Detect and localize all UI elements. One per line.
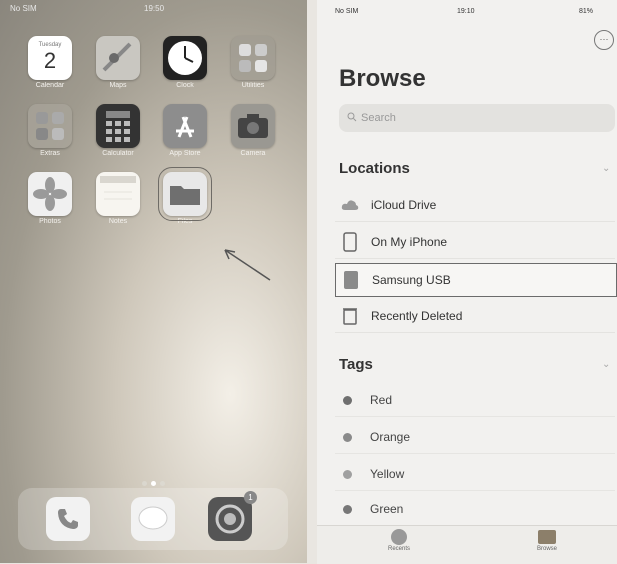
chevron-down-icon[interactable]: ⌄: [602, 163, 610, 174]
home-carrier: No SIM: [10, 4, 37, 13]
location-label: iCloud Drive: [371, 198, 437, 212]
tag-color-dot: [343, 432, 352, 442]
tag-orange[interactable]: Orange: [335, 421, 615, 454]
settings-badge: 1: [244, 491, 257, 504]
location-samsung-usb[interactable]: Samsung USB: [335, 263, 617, 297]
trash-icon: [339, 305, 361, 327]
calculator-icon: [96, 104, 140, 148]
camera-icon: [231, 104, 275, 148]
app-utilities-folder[interactable]: Utilities: [229, 36, 277, 89]
app-clock[interactable]: Clock: [161, 36, 209, 89]
search-field[interactable]: Search: [339, 104, 615, 132]
location-label: Recently Deleted: [371, 309, 463, 323]
app-calendar[interactable]: Tuesday 2 Calendar: [26, 36, 74, 89]
tag-red[interactable]: Red: [335, 384, 615, 417]
files-browse-screen: No SIM 19:10 81% ··· Browse Search Locat…: [317, 0, 617, 564]
location-label: On My iPhone: [371, 235, 448, 249]
tag-color-dot: [343, 504, 352, 514]
files-icon: [158, 167, 212, 221]
home-screen: No SIM 19:50 Tuesday 2 Calendar Maps Clo…: [0, 0, 307, 563]
files-carrier: No SIM: [335, 8, 359, 15]
app-store-icon: [163, 104, 207, 148]
app-app-store[interactable]: App Store: [161, 104, 209, 157]
clock-icon: [163, 36, 207, 80]
tag-color-dot: [343, 395, 352, 405]
tag-green[interactable]: Green: [335, 493, 615, 525]
app-files[interactable]: Files: [158, 167, 212, 225]
tag-color-dot: [343, 469, 352, 479]
calendar-icon: Tuesday 2: [28, 36, 72, 80]
icloud-icon: [339, 194, 361, 216]
maps-icon: [96, 36, 140, 80]
page-dot: [160, 481, 165, 486]
app-extras-folder[interactable]: Extras: [26, 104, 74, 157]
more-options-icon[interactable]: ···: [594, 30, 614, 50]
tag-yellow[interactable]: Yellow: [335, 458, 615, 491]
locations-header: Locations: [339, 160, 410, 177]
photos-icon: [28, 172, 72, 216]
folder-tab-icon: [538, 530, 556, 544]
tab-recents[interactable]: Recents: [369, 529, 429, 552]
files-battery: 81%: [579, 8, 594, 15]
clock-tab-icon: [391, 529, 407, 545]
tag-label: Green: [370, 502, 404, 516]
tag-label: Yellow: [370, 467, 405, 481]
location-on-my-iphone[interactable]: On My iPhone: [335, 226, 615, 259]
tag-label: Orange: [370, 430, 411, 444]
app-camera[interactable]: Camera: [229, 104, 277, 157]
location-recently-deleted[interactable]: Recently Deleted: [335, 300, 615, 333]
tags-header: Tags: [339, 356, 373, 373]
messages-icon[interactable]: [131, 497, 175, 541]
search-icon: [347, 112, 357, 125]
usb-drive-icon: [340, 269, 362, 291]
iphone-icon: [339, 231, 361, 253]
chevron-down-icon[interactable]: ⌄: [602, 359, 610, 370]
phone-icon[interactable]: [46, 497, 90, 541]
annotation-arrow: [224, 249, 271, 281]
app-notes[interactable]: Notes: [94, 172, 142, 225]
dock: 1: [18, 488, 288, 550]
app-photos[interactable]: Photos: [26, 172, 74, 225]
location-icloud-drive[interactable]: iCloud Drive: [335, 189, 615, 222]
search-placeholder: Search: [361, 112, 396, 124]
files-time: 19:10: [457, 8, 475, 15]
page-dot-active: [151, 481, 156, 486]
notes-icon: [96, 172, 140, 216]
tag-label: Red: [370, 393, 393, 407]
page-title: Browse: [339, 65, 426, 92]
tab-bar: Recents Browse: [317, 525, 617, 564]
page-dot: [142, 481, 147, 486]
folder-grid-icon: [231, 36, 275, 80]
folder-grid-icon: [28, 104, 72, 148]
home-time: 19:50: [144, 4, 165, 13]
settings-icon[interactable]: 1: [208, 491, 257, 541]
tab-browse[interactable]: Browse: [517, 529, 577, 552]
app-calculator[interactable]: Calculator: [94, 104, 142, 157]
app-maps[interactable]: Maps: [94, 36, 142, 89]
location-label: Samsung USB: [372, 273, 451, 287]
